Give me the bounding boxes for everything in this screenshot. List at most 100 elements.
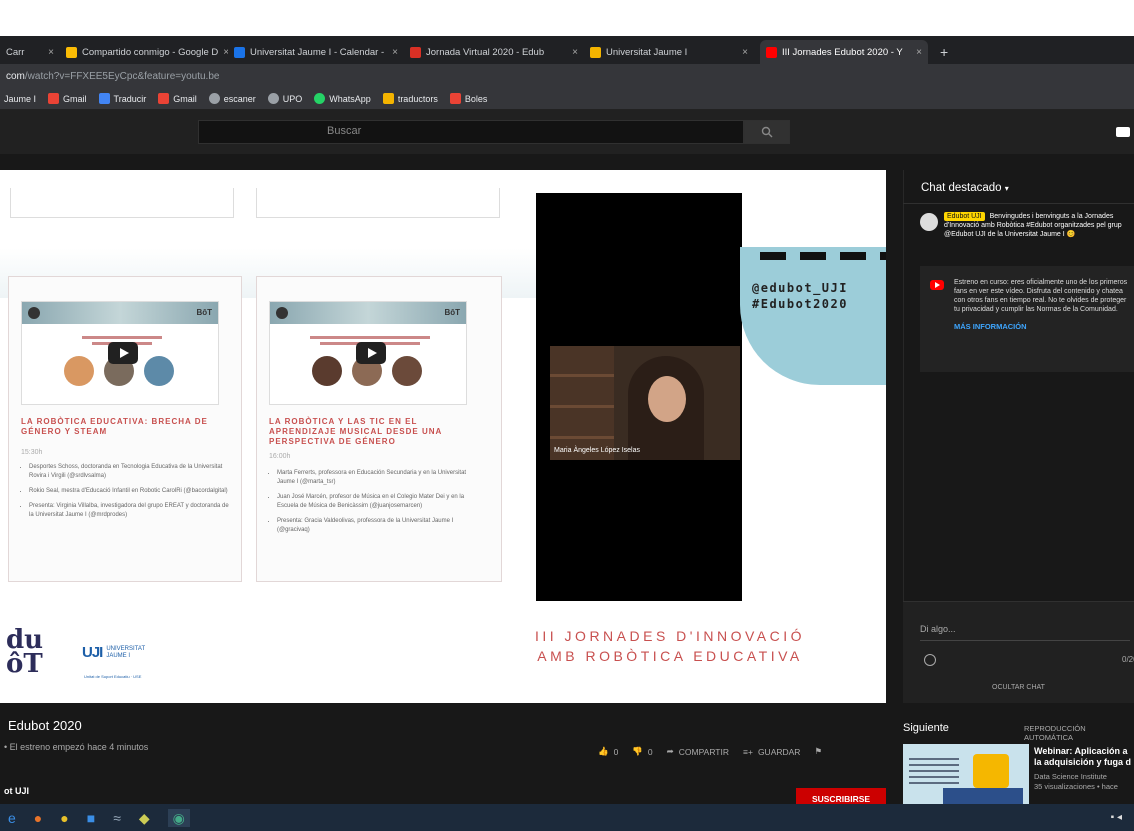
- chevron-down-icon: ▾: [1004, 184, 1009, 193]
- next-video-thumbnail[interactable]: [903, 744, 1029, 806]
- edubot-logo-icon: [28, 307, 40, 319]
- event-title: III JORNADES D'INNOVACIÓ AMB ROBÒTICA ED…: [520, 626, 820, 666]
- bookmark-item[interactable]: Traducir: [98, 93, 146, 104]
- char-counter: 0/200: [1122, 655, 1134, 664]
- firefox-icon[interactable]: ●: [34, 811, 42, 825]
- bookshelf: [550, 346, 614, 460]
- calendar-icon: [234, 46, 245, 58]
- next-video-views: 35 visualizaciones • hace: [1034, 782, 1118, 791]
- chat-header-label: Chat destacado: [921, 182, 1002, 194]
- close-icon[interactable]: ×: [572, 47, 578, 58]
- app-icon[interactable]: ≈: [113, 811, 121, 825]
- chat-author-badge[interactable]: Edubot UJI: [944, 212, 985, 221]
- gmail-icon: [449, 93, 461, 104]
- app-icon[interactable]: ◆: [139, 811, 150, 825]
- chrome-icon[interactable]: ●: [60, 811, 68, 825]
- hide-chat-button[interactable]: OCULTAR CHAT: [903, 684, 1134, 691]
- video-actions: 👍 0 👎 0 ➦ COMPARTIR ≡+ GUARDAR ⚑: [598, 746, 822, 757]
- bookmark-item[interactable]: UPO: [267, 93, 302, 104]
- speaker-photo: [144, 356, 174, 386]
- slide-top-card: [256, 188, 500, 218]
- speaker-list: Marta Ferrerts, professora en Educación …: [269, 469, 481, 541]
- bookmark-item[interactable]: WhatsApp: [314, 93, 371, 104]
- create-video-icon[interactable]: [1116, 127, 1130, 137]
- app-icon[interactable]: ■: [87, 811, 95, 825]
- youtube-favicon-icon: [766, 46, 777, 58]
- tab-label: Universitat Jaume I - Calendar -: [250, 46, 385, 58]
- edubot-logo-icon: [276, 307, 288, 319]
- channel-name[interactable]: ot UJI: [4, 786, 29, 796]
- system-tray[interactable]: ▪ ◂: [1111, 812, 1122, 823]
- tab-label: Jornada Virtual 2020 - Edub: [426, 46, 545, 58]
- up-next-label: Siguiente: [903, 722, 949, 734]
- tab-label: III Jornades Edubot 2020 - Y: [782, 46, 903, 58]
- new-tab-button[interactable]: +: [934, 40, 958, 64]
- browser-tab[interactable]: Universitat Jaume I ×: [584, 40, 754, 64]
- uji-logo: UJI UNIVERSITAT JAUME I: [82, 644, 146, 661]
- bookmark-label: Jaume I: [4, 93, 37, 104]
- like-button[interactable]: 👍 0: [598, 746, 618, 757]
- os-taskbar: e ● ● ■ ≈ ◆ ◉ ▪ ◂: [0, 804, 1134, 831]
- tab-label: Carr: [6, 46, 25, 58]
- uji-favicon-icon: [590, 46, 601, 58]
- bookmark-item[interactable]: Boles: [449, 93, 488, 104]
- bookmark-item[interactable]: traductors: [382, 93, 438, 104]
- browser-tab[interactable]: Carr ×: [0, 40, 60, 64]
- thumbs-up-icon: 👍: [598, 746, 609, 756]
- app-icon-active[interactable]: ◉: [167, 808, 190, 827]
- bookmark-label: Boles: [464, 93, 488, 104]
- address-bar[interactable]: com /watch?v=FFXEE5EyCpc&feature=youtu.b…: [0, 64, 1134, 88]
- bookmark-label: WhatsApp: [329, 93, 371, 104]
- tab-label: Compartido conmigo - Google D: [82, 46, 219, 58]
- close-icon[interactable]: ×: [48, 47, 54, 58]
- session-thumbnail[interactable]: BôT: [269, 301, 467, 405]
- browser-tab[interactable]: Universitat Jaume I - Calendar - ×: [228, 40, 404, 64]
- chat-mode-selector[interactable]: Chat destacado ▾: [903, 170, 1134, 204]
- speaker-webcam: Maria Àngeles López Iselas: [550, 346, 740, 460]
- speaker-photo: [392, 356, 422, 386]
- session-title: La robòtica educativa: brecha de género …: [21, 417, 208, 436]
- slide-top-card: [10, 188, 234, 218]
- speaker-photo: [312, 356, 342, 386]
- bookmark-item[interactable]: Jaume I: [4, 94, 36, 104]
- browser-tab-bar: Carr × Compartido conmigo - Google D × U…: [0, 36, 1134, 64]
- translate-icon: [98, 93, 110, 104]
- autoplay-toggle-label[interactable]: REPRODUCCIÓN AUTOMÁTICA: [1024, 724, 1134, 742]
- whatsapp-icon: [314, 93, 326, 104]
- edge-icon[interactable]: e: [8, 811, 16, 825]
- bookmark-item[interactable]: Gmail: [48, 93, 87, 104]
- gmail-icon: [158, 93, 170, 104]
- dislike-button[interactable]: 👎 0: [632, 746, 652, 757]
- premiere-notice: Estreno en curso: eres oficialmente uno …: [920, 266, 1134, 372]
- browser-tab[interactable]: Jornada Virtual 2020 - Edub ×: [404, 40, 584, 64]
- speaker-item: Desportes Schoss, doctoranda en Tecnolog…: [29, 463, 233, 481]
- bookmark-item[interactable]: Gmail: [158, 93, 197, 104]
- search-input[interactable]: Buscar: [198, 120, 744, 144]
- play-icon[interactable]: [356, 342, 386, 364]
- speaker-item: Presenta: Gracia Valdeolivas, professora…: [277, 517, 481, 535]
- save-button[interactable]: ≡+ GUARDAR: [743, 747, 800, 757]
- session-card: BôT La robòtica educativa: brecha de gén…: [8, 276, 242, 582]
- share-button[interactable]: ➦ COMPARTIR: [667, 746, 729, 757]
- next-video-channel: Data Science Institute: [1034, 772, 1107, 781]
- chat-message: Edubot UJI Benvingudes i benvinguts a la…: [920, 212, 1134, 239]
- next-video-title[interactable]: Webinar: Aplicación a la adquisición y f…: [1034, 746, 1134, 768]
- chat-input[interactable]: Di algo...: [920, 624, 1130, 641]
- flag-icon: ⚑: [814, 746, 823, 756]
- close-icon[interactable]: ×: [742, 47, 748, 58]
- bookmark-item[interactable]: escaner: [208, 93, 256, 104]
- close-icon[interactable]: ×: [392, 47, 398, 58]
- play-icon[interactable]: [108, 342, 138, 364]
- session-time: 16:00h: [269, 453, 291, 460]
- report-button[interactable]: ⚑: [814, 746, 822, 757]
- search-button[interactable]: [744, 120, 790, 144]
- emoji-icon[interactable]: [924, 654, 936, 666]
- social-handles: @edubot_UJI #Edubot2020: [752, 280, 882, 312]
- url-host: com: [6, 70, 25, 82]
- browser-tab[interactable]: Compartido conmigo - Google D ×: [60, 40, 228, 64]
- session-thumbnail[interactable]: BôT: [21, 301, 219, 405]
- more-info-link[interactable]: MÁS INFORMACIÓN: [954, 322, 1128, 331]
- close-icon[interactable]: ×: [916, 47, 922, 58]
- page-favicon-icon: [410, 46, 421, 58]
- browser-tab-active[interactable]: III Jornades Edubot 2020 - Y ×: [760, 40, 928, 64]
